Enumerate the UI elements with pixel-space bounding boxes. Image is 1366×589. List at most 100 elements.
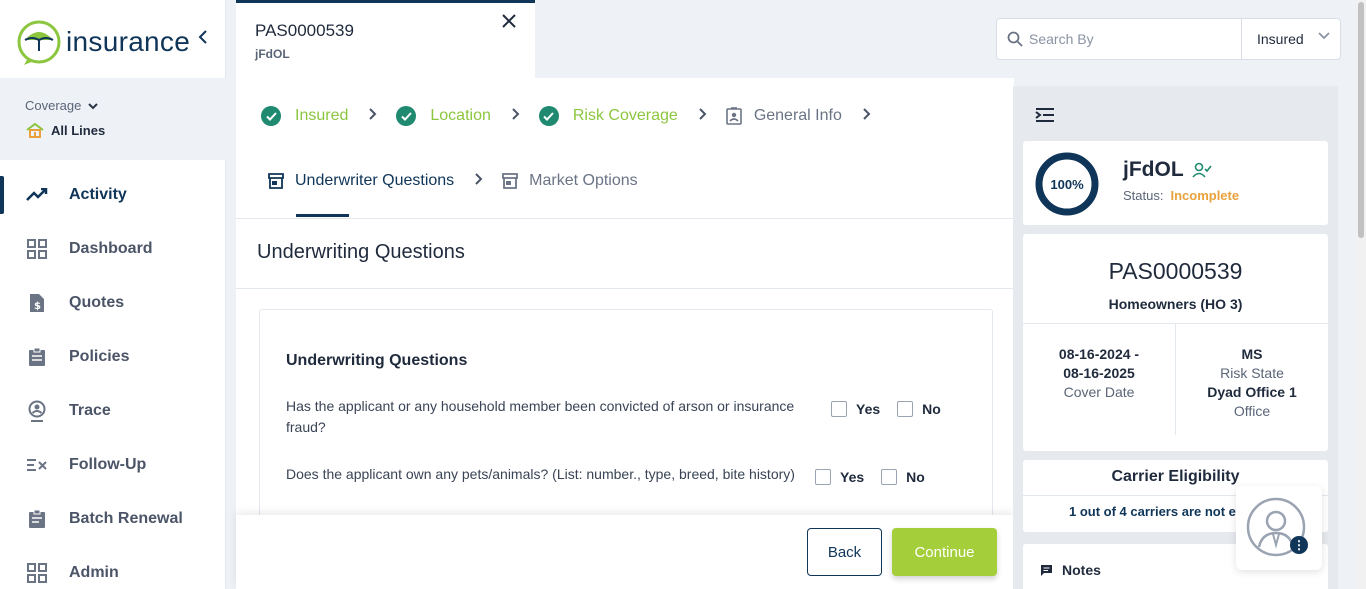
check-circle-icon (261, 106, 281, 126)
option-label: Yes (840, 469, 865, 485)
chevron-down-icon (88, 103, 98, 110)
chevron-down-icon (1318, 32, 1330, 40)
sidebar-item-policies[interactable]: Policies (0, 330, 226, 384)
chevron-right-icon (699, 107, 707, 125)
sidebar-item-quotes[interactable]: $ Quotes (0, 276, 226, 330)
page-scrollbar[interactable] (1356, 0, 1366, 589)
card-title: Underwriting Questions (286, 352, 468, 369)
follow-up-icon (26, 454, 48, 476)
chevron-right-icon (369, 107, 377, 125)
back-button[interactable]: Back (807, 528, 882, 576)
search-input[interactable] (1029, 31, 1229, 47)
coverage-label: Coverage (25, 98, 98, 113)
form-footer: Back Continue (236, 515, 1014, 589)
search-bar: Insured (996, 18, 1341, 60)
coverage-label-text: Coverage (25, 98, 82, 113)
sidebar-nav: Activity Dashboard $ Quotes Policies Tra… (0, 168, 226, 589)
policy-number: PAS0000539 (1108, 258, 1243, 284)
policy-type: Homeowners (HO 3) (1108, 296, 1243, 312)
collapse-panel-button[interactable] (1035, 108, 1055, 127)
checkbox[interactable] (881, 469, 898, 485)
close-icon (502, 14, 516, 28)
divider (236, 288, 1014, 289)
cover-date-start: 08-16-2024 - (1058, 346, 1140, 362)
question-text: Has the applicant or any household membe… (286, 398, 795, 435)
carrier-eligibility-link[interactable]: 1 out of 4 carriers are not eligible (1069, 504, 1259, 519)
coverage-selector[interactable]: Coverage All Lines (0, 78, 226, 160)
home-lines-icon (26, 122, 44, 138)
search-type-value: Insured (1257, 31, 1304, 47)
policy-tab[interactable]: PAS0000539 jFdOL (236, 0, 535, 78)
scrollbar-thumb[interactable] (1358, 2, 1364, 238)
sidebar-item-label: Quotes (69, 294, 125, 311)
checkbox[interactable] (831, 401, 847, 417)
notes-header: Notes (1040, 562, 1101, 578)
sidebar-item-batch-renewal[interactable]: Batch Renewal (0, 492, 226, 546)
user-check-icon[interactable] (1192, 162, 1212, 178)
chevron-right-icon (512, 107, 520, 125)
admin-icon (26, 562, 48, 584)
logo[interactable]: insurance (16, 18, 190, 66)
sidebar-item-follow-up[interactable]: Follow-Up (0, 438, 226, 492)
question-1-no[interactable]: No (897, 401, 941, 417)
step-general-info[interactable]: General Info (726, 107, 842, 125)
sidebar-item-trace[interactable]: Trace (0, 384, 226, 438)
office: Dyad Office 1 (1207, 384, 1297, 400)
chevron-left-icon (198, 30, 207, 44)
checkbox[interactable] (897, 401, 914, 417)
question-1-options: Yes No (831, 401, 958, 417)
trace-icon (26, 400, 48, 422)
question-2-yes[interactable]: Yes (815, 469, 864, 485)
search-icon (1007, 31, 1023, 47)
question-2-no[interactable]: No (881, 469, 925, 485)
cover-date-block: 08-16-2024 - 08-16-2025 Cover Date (1023, 345, 1175, 402)
stepper-row-2: Underwriter Questions Market Options (268, 172, 638, 190)
question-2-options: Yes No (815, 469, 942, 485)
step-label: Underwriter Questions (295, 172, 455, 189)
question-text: Does the applicant own any pets/animals?… (286, 466, 795, 482)
sidebar-item-label: Admin (69, 564, 119, 581)
cover-date-end: 08-16-2025 (1063, 365, 1135, 381)
policy-summary-card: PAS0000539 Homeowners (HO 3) 08-16-2024 … (1023, 234, 1328, 451)
insured-summary-card: 100% jFdOL Status: Incomplete (1023, 141, 1328, 225)
sidebar-item-label: Batch Renewal (69, 510, 183, 527)
question-1-yes[interactable]: Yes (831, 401, 880, 417)
tab-policy-sub: jFdOL (255, 47, 290, 61)
step-location[interactable]: Location (396, 106, 491, 126)
progress-percent: 100% (1050, 176, 1084, 192)
coverage-value: All Lines (25, 122, 105, 138)
logo-text: insurance (66, 26, 191, 57)
sidebar-item-admin[interactable]: Admin (0, 546, 226, 589)
more-options-icon[interactable]: ⋮ (1290, 536, 1308, 554)
main-panel: Insured Location Risk Coverage General I… (236, 78, 1014, 589)
step-risk-coverage[interactable]: Risk Coverage (538, 106, 678, 126)
close-tab-button[interactable] (502, 11, 516, 34)
batch-renewal-icon (26, 508, 48, 530)
sidebar-item-activity[interactable]: Activity (0, 168, 226, 222)
notes-label: Notes (1062, 562, 1101, 578)
svg-text:$: $ (34, 301, 41, 312)
id-card-icon (726, 107, 742, 125)
option-label: Yes (856, 401, 881, 417)
risk-office-block: MS Risk State Dyad Office 1 Office (1176, 345, 1328, 421)
checkbox[interactable] (815, 469, 831, 485)
sidebar-item-label: Trace (69, 402, 111, 419)
sidebar-item-label: Follow-Up (69, 456, 147, 473)
step-market-options[interactable]: Market Options (502, 172, 638, 190)
step-insured[interactable]: Insured (261, 106, 348, 126)
step-label: Market Options (529, 172, 638, 189)
collapse-sidebar-button[interactable] (198, 30, 208, 49)
tab-policy-id: PAS0000539 (255, 21, 354, 40)
storefront-icon (268, 173, 284, 189)
continue-button[interactable]: Continue (892, 528, 997, 576)
search-type-select[interactable]: Insured (1241, 19, 1341, 59)
sidebar-item-label: Activity (69, 186, 127, 203)
chat-icon (1041, 564, 1052, 576)
step-label: Location (430, 107, 491, 124)
sidebar-item-dashboard[interactable]: Dashboard (0, 222, 226, 276)
step-underwriter-questions[interactable]: Underwriter Questions (268, 172, 454, 190)
sidebar: insurance Coverage All Lines Activity Da… (0, 0, 226, 589)
assistant-widget[interactable]: ⋮ (1236, 486, 1322, 570)
option-label: No (922, 401, 941, 417)
risk-state-label: Risk State (1220, 365, 1284, 381)
